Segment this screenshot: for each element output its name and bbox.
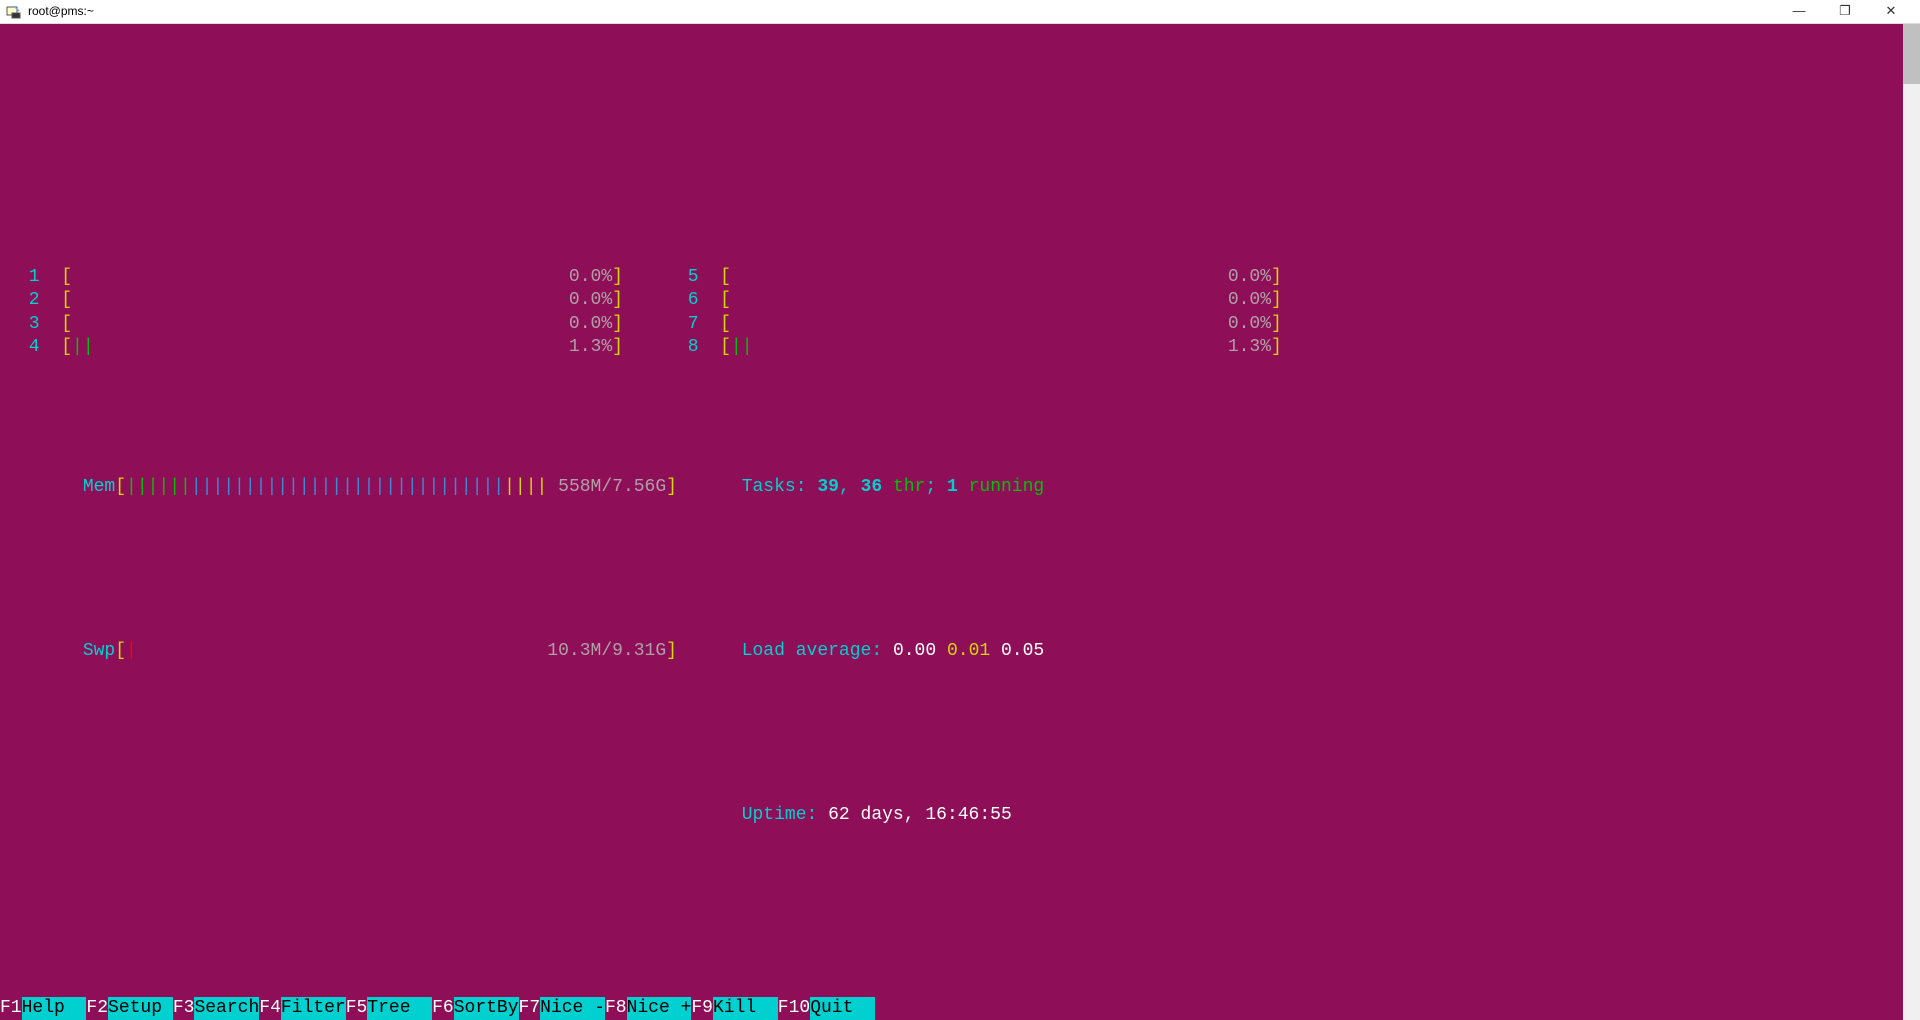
cpu-4-pct: 1.3%	[569, 337, 612, 357]
window-titlebar: root@pms:~ — ❐ ✕	[0, 0, 1920, 24]
fkey-label-f9[interactable]: Kill	[713, 997, 778, 1020]
fkey-f5[interactable]: F5	[346, 997, 368, 1020]
fkey-f3[interactable]: F3	[173, 997, 195, 1020]
cpu-5-pct: 0.0%	[1228, 267, 1271, 287]
minimize-button[interactable]: —	[1776, 0, 1822, 24]
swap-label: Swp	[83, 641, 115, 661]
tasks-count: 39	[817, 477, 839, 497]
fkey-f7[interactable]: F7	[519, 997, 541, 1020]
fkey-label-f7[interactable]: Nice -	[540, 997, 605, 1020]
fkey-label-f10[interactable]: Quit	[810, 997, 875, 1020]
cpu-4-label: 4	[18, 337, 40, 357]
fkey-f10[interactable]: F10	[778, 997, 810, 1020]
fkey-label-f3[interactable]: Search	[194, 997, 259, 1020]
fkey-label-f4[interactable]: Filter	[281, 997, 346, 1020]
uptime-value: 62 days, 16:46:55	[828, 805, 1012, 825]
function-key-bar: F1Help F2Setup F3SearchF4FilterF5Tree F6…	[0, 997, 1903, 1020]
cpu-8-pct: 1.3%	[1228, 337, 1271, 357]
fkey-f8[interactable]: F8	[605, 997, 627, 1020]
scrollbar-thumb[interactable]	[1903, 24, 1920, 84]
cpu-3-pct: 0.0%	[569, 314, 612, 334]
cpu-2-label: 2	[18, 290, 40, 310]
cpu-2-pct: 0.0%	[569, 290, 612, 310]
close-button[interactable]: ✕	[1868, 0, 1914, 24]
window-title: root@pms:~	[28, 4, 94, 20]
cpu-7-pct: 0.0%	[1228, 314, 1271, 334]
mem-label: Mem	[83, 477, 115, 497]
fkey-label-f6[interactable]: SortBy	[454, 997, 519, 1020]
cpu-1-label: 1	[18, 267, 40, 287]
putty-icon	[6, 4, 22, 20]
cpu-8-label: 8	[677, 337, 699, 357]
fkey-f2[interactable]: F2	[86, 997, 108, 1020]
fkey-label-f1[interactable]: Help	[22, 997, 87, 1020]
fkey-f4[interactable]: F4	[259, 997, 281, 1020]
cpu-1-pct: 0.0%	[569, 267, 612, 287]
fkey-label-f2[interactable]: Setup	[108, 997, 173, 1020]
cpu-7-label: 7	[677, 314, 699, 334]
cpu-3-label: 3	[18, 314, 40, 334]
fkey-label-f5[interactable]: Tree	[367, 997, 432, 1020]
fkey-f1[interactable]: F1	[0, 997, 22, 1020]
fkey-label-f8[interactable]: Nice +	[627, 997, 692, 1020]
fkey-f6[interactable]: F6	[432, 997, 454, 1020]
maximize-button[interactable]: ❐	[1822, 0, 1868, 24]
terminal-viewport[interactable]: 1 [ 0.0%] 5 [ 0.0%] 2 [ 0.0%] 6 [	[0, 24, 1920, 1020]
cpu-5-label: 5	[677, 267, 699, 287]
cpu-6-pct: 0.0%	[1228, 290, 1271, 310]
vertical-scrollbar[interactable]	[1903, 24, 1920, 1020]
fkey-f9[interactable]: F9	[691, 997, 713, 1020]
cpu-6-label: 6	[677, 290, 699, 310]
